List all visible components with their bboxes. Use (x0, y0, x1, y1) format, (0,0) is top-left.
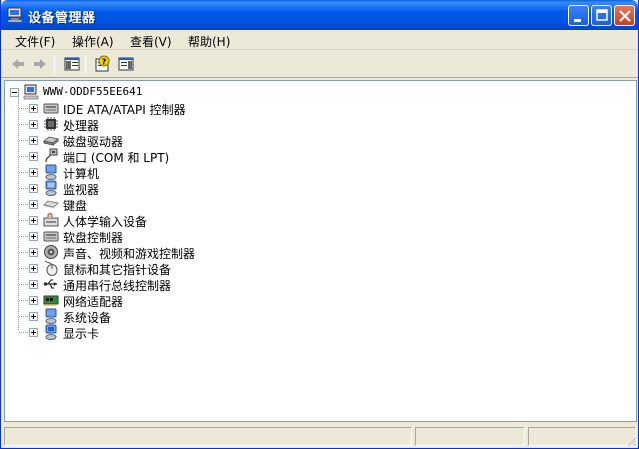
expand-toggle[interactable] (29, 168, 38, 177)
expand-toggle[interactable] (29, 312, 38, 321)
forward-arrow-icon[interactable] (31, 55, 49, 73)
tree-branch-line (19, 284, 29, 285)
tree-branch-line (19, 220, 29, 221)
expand-toggle[interactable] (29, 248, 38, 257)
expand-toggle[interactable] (29, 200, 38, 209)
network-adapter-icon (43, 295, 59, 306)
expand-toggle[interactable] (29, 184, 38, 193)
toolbar-separator (54, 55, 55, 74)
expand-toggle[interactable] (29, 120, 38, 129)
minimize-button[interactable] (568, 5, 589, 26)
expand-toggle[interactable] (29, 232, 38, 241)
toolbar-separator (85, 55, 86, 74)
help-icon[interactable]: ? (93, 55, 111, 73)
display-adapter-icon (45, 324, 57, 340)
tree-item[interactable]: 处理器 (5, 116, 405, 133)
resize-grip-icon[interactable] (625, 435, 637, 447)
computer-icon (45, 164, 57, 180)
system-device-icon (45, 308, 57, 324)
sound-icon (44, 245, 58, 259)
maximize-icon (596, 9, 608, 21)
expand-toggle[interactable] (29, 296, 38, 305)
tree-branch-line (19, 108, 29, 109)
tree-item[interactable]: 计算机 (5, 164, 405, 181)
menu-file[interactable]: 文件(F) (15, 33, 55, 50)
expand-toggle[interactable] (29, 104, 38, 113)
toolbar: ? (1, 51, 638, 78)
tree-item[interactable]: 人体学输入设备 (5, 212, 405, 229)
title-bar[interactable]: 设备管理器 (1, 0, 638, 30)
tree-branch-line (19, 188, 29, 189)
tree-item[interactable]: 系统设备 (5, 308, 405, 325)
tree-item[interactable]: 端口 (COM 和 LPT) (5, 148, 405, 165)
mouse-icon (44, 260, 58, 276)
tree-branch-line (19, 124, 29, 125)
status-cell (4, 427, 412, 446)
tree-branch-line (19, 204, 29, 205)
hid-icon (43, 213, 59, 227)
menu-bar: 文件(F) 操作(A) 查看(V) 帮助(H) (1, 30, 638, 50)
menu-help[interactable]: 帮助(H) (188, 33, 230, 50)
tree-branch-line (19, 252, 29, 253)
expand-toggle[interactable] (29, 152, 38, 161)
tree-item-label: 显示卡 (63, 327, 100, 341)
tree-item[interactable]: 显示卡 (5, 324, 405, 341)
port-icon (45, 148, 58, 163)
status-cell (415, 427, 525, 446)
monitor-icon (45, 180, 57, 196)
floppy-controller-icon (43, 231, 59, 242)
expand-toggle[interactable] (29, 328, 38, 337)
tree-item[interactable]: 软盘控制器 (5, 228, 405, 245)
status-cell (528, 427, 636, 446)
tree-item[interactable]: 网络适配器 (5, 292, 405, 309)
tree-branch-line (19, 156, 29, 157)
device-manager-icon (7, 7, 23, 23)
maximize-button[interactable] (591, 5, 612, 26)
tree-item[interactable]: 通用串行总线控制器 (5, 276, 405, 293)
menu-action[interactable]: 操作(A) (72, 33, 114, 50)
tree-root-label: WWW-ODDF55EE641 (43, 85, 143, 98)
tree-branch-line (19, 172, 29, 173)
tree-item[interactable]: IDE ATA/ATAPI 控制器 (5, 100, 405, 117)
disk-drive-icon (43, 136, 59, 146)
tree-item[interactable]: 监视器 (5, 180, 405, 197)
back-arrow-icon[interactable] (9, 55, 27, 73)
tree-item[interactable]: 键盘 (5, 196, 405, 213)
device-tree-pane[interactable]: WWW-ODDF55EE641 IDE ATA/ATAPI 控制器 处理器 磁盘… (4, 80, 637, 422)
close-icon (619, 10, 631, 22)
expand-toggle[interactable] (29, 280, 38, 289)
tree-branch-line (19, 140, 29, 141)
tree-branch-line (19, 268, 29, 269)
close-button[interactable] (614, 5, 635, 26)
processor-icon (44, 117, 58, 131)
expand-toggle[interactable] (29, 264, 38, 273)
tree-item[interactable]: 声音、视频和游戏控制器 (5, 244, 405, 261)
expand-toggle[interactable] (29, 136, 38, 145)
keyboard-icon (43, 200, 59, 208)
computer-root-icon (23, 84, 39, 100)
minimize-icon (574, 19, 581, 22)
usb-icon (43, 279, 57, 289)
svg-text:?: ? (102, 57, 107, 66)
ide-controller-icon (43, 103, 59, 114)
tree-branch-line (19, 300, 29, 301)
tree-item[interactable]: 鼠标和其它指针设备 (5, 260, 405, 277)
tree-root-row[interactable]: WWW-ODDF55EE641 (5, 84, 405, 100)
properties-icon[interactable] (117, 55, 135, 73)
device-manager-window: 设备管理器 文件(F) 操作(A) 查看(V) 帮助(H) ? WWW-ODDF… (0, 0, 639, 449)
tree-branch-line (19, 316, 29, 317)
menu-view[interactable]: 查看(V) (130, 33, 172, 50)
tree-branch-line (19, 332, 29, 333)
tree-branch-line (19, 236, 29, 237)
console-tree-icon[interactable] (63, 55, 81, 73)
status-bar (1, 424, 638, 448)
expand-toggle[interactable] (29, 216, 38, 225)
window-title: 设备管理器 (28, 11, 96, 26)
tree-item[interactable]: 磁盘驱动器 (5, 132, 405, 149)
